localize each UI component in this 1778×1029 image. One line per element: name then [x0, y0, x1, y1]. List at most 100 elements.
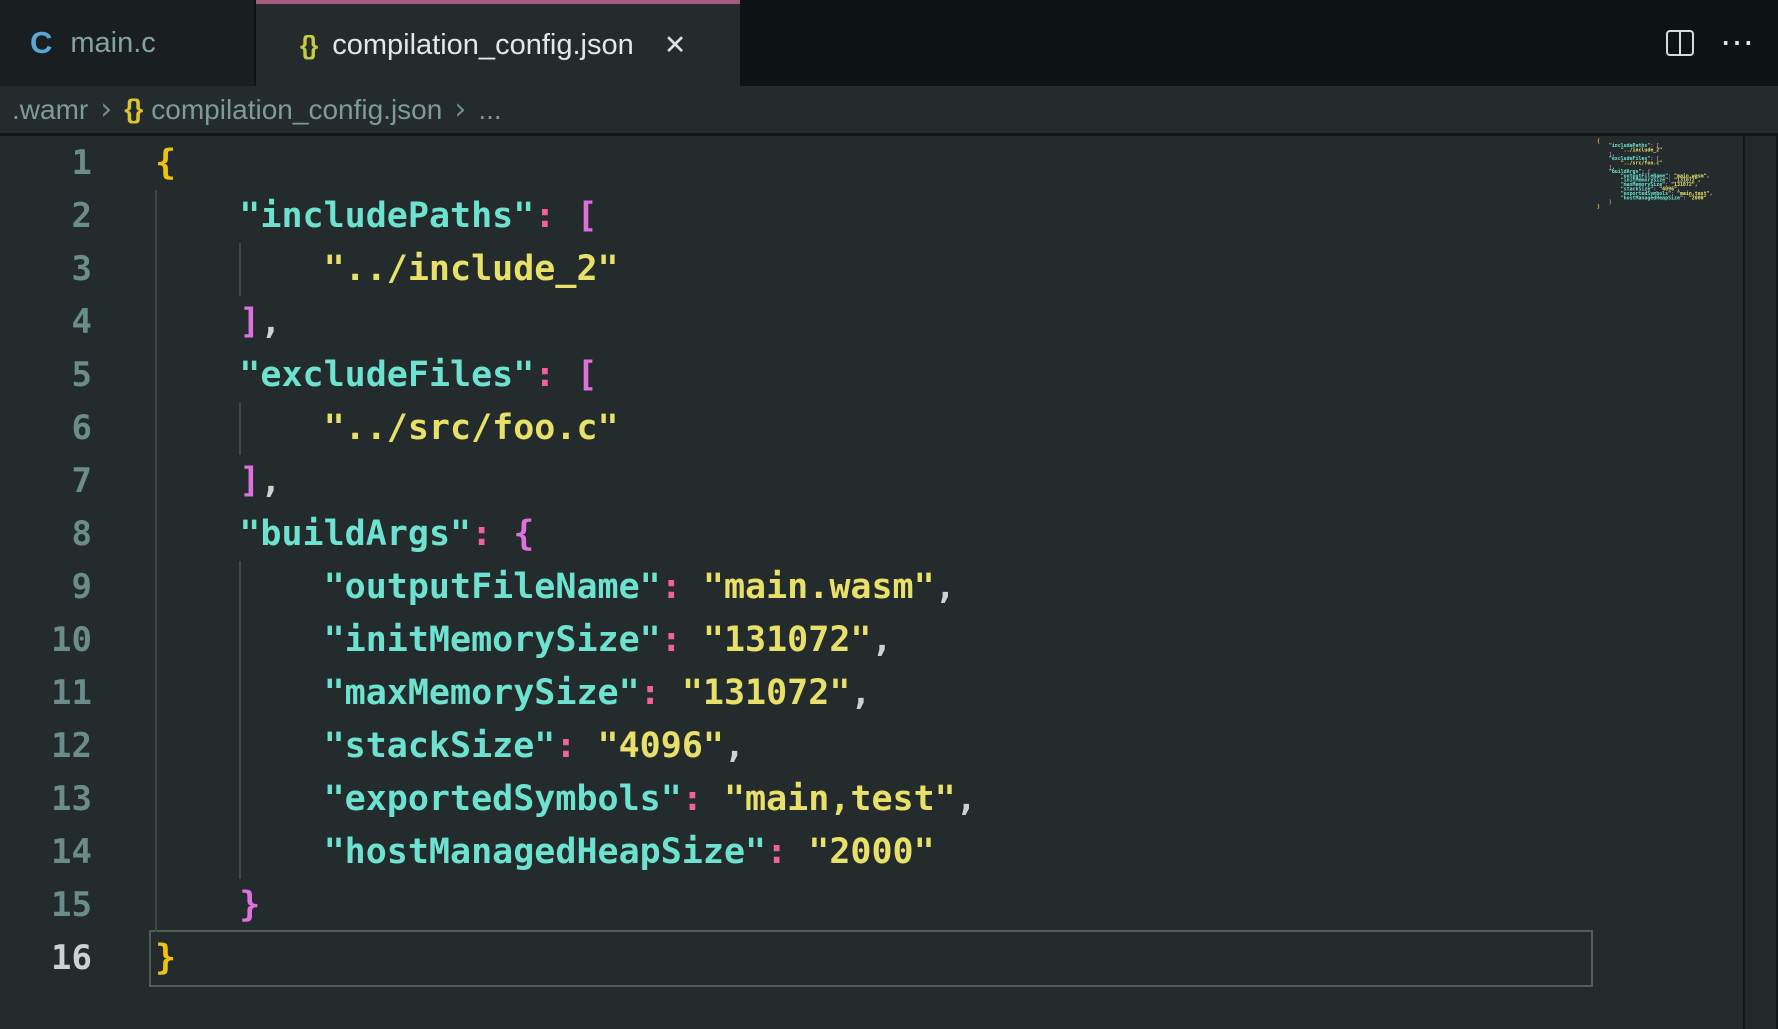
breadcrumb-wamr-label: .wamr — [12, 94, 88, 126]
token-str: "131072" — [682, 673, 851, 713]
tab-label-compilation-config-json: compilation_config.json — [332, 29, 633, 62]
line-number[interactable]: 10 — [0, 614, 92, 667]
token-b2: ] — [239, 302, 260, 342]
close-tab-icon[interactable]: ✕ — [664, 30, 687, 61]
token-col: : — [555, 726, 576, 766]
code-line[interactable]: "stackSize": "4096", — [155, 720, 745, 773]
minimap[interactable]: { "includePaths": [ "../include_2" ], "e… — [1597, 139, 1713, 208]
token-pl — [492, 514, 513, 554]
token-str: "../include_2" — [324, 249, 619, 289]
code-line[interactable]: "excludeFiles": [ — [155, 349, 598, 402]
code-line[interactable]: ], — [155, 296, 281, 349]
line-number[interactable]: 8 — [0, 508, 92, 561]
token-col: : — [682, 779, 703, 819]
line-number[interactable]: 3 — [0, 243, 92, 296]
token-key: "maxMemorySize" — [324, 673, 640, 713]
tab-label-main-c: main.c — [70, 27, 155, 60]
line-number[interactable]: 1 — [0, 137, 92, 190]
token-key: "outputFileName" — [324, 567, 661, 607]
token-key: "includePaths" — [239, 196, 534, 236]
token-pl — [155, 461, 239, 501]
token-key: "excludeFiles" — [239, 355, 534, 395]
line-number[interactable]: 4 — [0, 296, 92, 349]
token-b2: ] — [239, 461, 260, 501]
breadcrumb: .wamr › {} compilation_config.json › ... — [12, 86, 1778, 133]
code-line[interactable]: "hostManagedHeapSize": "2000" — [155, 826, 935, 879]
token-col: : — [534, 196, 555, 236]
code-line[interactable]: "includePaths": [ — [155, 190, 598, 243]
token-pl — [555, 196, 576, 236]
token-pl — [661, 673, 682, 713]
token-b2: [ — [576, 355, 597, 395]
code-line[interactable]: } — [155, 932, 176, 985]
token-b2: [ — [576, 196, 597, 236]
breadcrumb-item-file[interactable]: {} compilation_config.json — [124, 94, 442, 126]
line-number[interactable]: 9 — [0, 561, 92, 614]
token-b2: } — [239, 885, 260, 925]
line-number[interactable]: 7 — [0, 455, 92, 508]
token-pun: , — [871, 620, 892, 660]
token-pl — [155, 249, 324, 289]
token-str: "4096" — [598, 726, 724, 766]
code-line[interactable]: "../src/foo.c" — [155, 402, 619, 455]
token-pl — [155, 885, 239, 925]
token-key: "stackSize" — [324, 726, 556, 766]
token-str: "2000" — [808, 832, 934, 872]
code-line[interactable]: "initMemorySize": "131072", — [155, 614, 893, 667]
code-line[interactable]: "maxMemorySize": "131072", — [155, 667, 871, 720]
token-pl — [155, 567, 324, 607]
token-col: : — [766, 832, 787, 872]
split-editor-icon[interactable] — [1666, 30, 1694, 56]
minimap-line: } — [1597, 204, 1713, 208]
line-number[interactable]: 14 — [0, 826, 92, 879]
code-line[interactable]: "exportedSymbols": "main,test", — [155, 773, 977, 826]
line-number[interactable]: 16 — [0, 932, 92, 985]
token-col: : — [661, 620, 682, 660]
tab-compilation-config-json[interactable]: {} compilation_config.json ✕ — [256, 0, 740, 86]
line-number[interactable]: 13 — [0, 773, 92, 826]
token-pl — [682, 620, 703, 660]
line-number[interactable]: 12 — [0, 720, 92, 773]
editor[interactable]: 12345678910111213141516 { "includePaths"… — [0, 136, 1778, 1029]
editor-window: C main.c {} compilation_config.json ✕ ⋯ … — [0, 0, 1778, 1029]
json-braces-icon: {} — [124, 94, 141, 125]
line-number[interactable]: 11 — [0, 667, 92, 720]
token-pun: , — [956, 779, 977, 819]
code-line[interactable]: } — [155, 879, 260, 932]
code-line[interactable]: ], — [155, 455, 281, 508]
token-pl — [787, 832, 808, 872]
tab-bar: C main.c {} compilation_config.json ✕ ⋯ — [0, 0, 1778, 86]
token-pl — [155, 620, 324, 660]
scrollbar-track[interactable] — [1745, 136, 1776, 1029]
chevron-right-icon: › — [454, 92, 466, 127]
editor-actions: ⋯ — [1666, 0, 1754, 86]
token-pl — [555, 355, 576, 395]
token-pl — [155, 673, 324, 713]
line-number[interactable]: 5 — [0, 349, 92, 402]
tab-main-c[interactable]: C main.c — [0, 0, 255, 86]
c-file-icon: C — [30, 25, 52, 61]
token-pun: , — [260, 302, 281, 342]
token-pl — [155, 514, 239, 554]
token-str: "main,test" — [724, 779, 956, 819]
breadcrumb-file-label: compilation_config.json — [151, 94, 442, 126]
line-number[interactable]: 15 — [0, 879, 92, 932]
code-line[interactable]: "buildArgs": { — [155, 508, 534, 561]
token-col: : — [640, 673, 661, 713]
line-number[interactable]: 2 — [0, 190, 92, 243]
code-line[interactable]: "outputFileName": "main.wasm", — [155, 561, 956, 614]
more-actions-icon[interactable]: ⋯ — [1720, 26, 1754, 60]
code-line[interactable]: "../include_2" — [155, 243, 619, 296]
json-braces-icon: {} — [300, 30, 316, 61]
token-col: : — [661, 567, 682, 607]
breadcrumb-item-symbol[interactable]: ... — [478, 94, 501, 126]
token-str: "main.wasm" — [703, 567, 935, 607]
code-line[interactable]: { — [155, 137, 176, 190]
token-pl — [155, 726, 324, 766]
line-number[interactable]: 6 — [0, 402, 92, 455]
token-pl — [682, 567, 703, 607]
breadcrumb-item-wamr[interactable]: .wamr — [12, 94, 88, 126]
token-b1: { — [155, 143, 176, 183]
token-col: : — [471, 514, 492, 554]
token-str: "131072" — [703, 620, 872, 660]
